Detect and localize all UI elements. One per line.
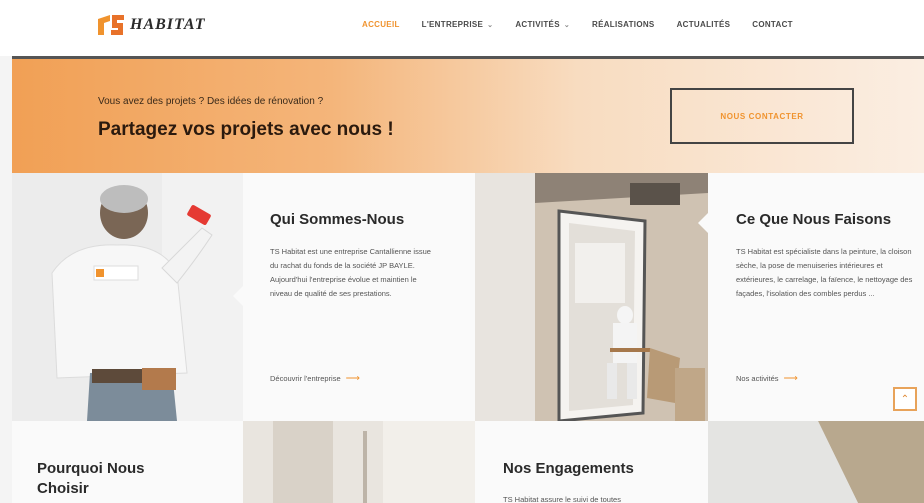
painter-illustration (12, 173, 243, 421)
chevron-up-icon: ⌃ (900, 393, 910, 405)
ceiling-illustration (708, 421, 924, 503)
pointer-notch (233, 286, 243, 306)
card-body: TS Habitat est une entreprise Cantallien… (270, 247, 431, 298)
nav-label: RÉALISATIONS (592, 20, 655, 29)
nav-item-activites[interactable]: ACTIVITÉS ⌄ (515, 20, 570, 29)
card-pourquoi-nous-choisir: Pourquoi Nous Choisir (12, 421, 243, 503)
room-illustration (243, 421, 475, 503)
nav-item-contact[interactable]: CONTACT (752, 20, 793, 29)
link-label: Nos activités (736, 374, 779, 383)
card-body: TS Habitat est spécialiste dans la peint… (736, 247, 913, 298)
card-title: Qui Sommes-Nous (270, 211, 405, 228)
painter-photo (12, 173, 243, 421)
link-label: Découvrir l'entreprise (270, 374, 341, 383)
activities-link[interactable]: Nos activités ⟶ (736, 373, 798, 384)
card-title: Ce Que Nous Faisons (736, 211, 892, 228)
card-title: Nos Engagements (503, 460, 634, 477)
nav-label: ACTIVITÉS (515, 20, 560, 29)
site-header: HABITAT ACCUEIL L'ENTREPRISE ⌄ ACTIVITÉS… (0, 0, 924, 56)
chevron-down-icon: ⌄ (563, 21, 570, 29)
logo-text: HABITAT (130, 16, 206, 33)
card-qui-sommes-nous: Qui Sommes-Nous TS Habitat est une entre… (243, 173, 475, 421)
card-body: TS Habitat assure le suivi de toutes (503, 495, 621, 503)
main-nav: ACCUEIL L'ENTREPRISE ⌄ ACTIVITÉS ⌄ RÉALI… (362, 20, 815, 29)
card-ce-que-nous-faisons: Ce Que Nous Faisons TS Habitat est spéci… (708, 173, 924, 421)
nav-label: ACTUALITÉS (676, 20, 731, 29)
pointer-notch (698, 213, 708, 233)
banner-subtitle: Vous avez des projets ? Des idées de rén… (98, 96, 324, 107)
nav-label: L'ENTREPRISE (421, 20, 484, 29)
arrow-right-icon: ⟶ (783, 373, 798, 384)
cta-banner: Vous avez des projets ? Des idées de rén… (12, 59, 924, 173)
interior-illustration (475, 173, 708, 421)
nav-item-actualites[interactable]: ACTUALITÉS (677, 20, 731, 29)
contact-button[interactable]: NOUS CONTACTER (670, 88, 854, 144)
nav-label: ACCUEIL (362, 20, 400, 29)
chevron-down-icon: ⌄ (487, 21, 494, 29)
nav-item-realisations[interactable]: RÉALISATIONS (592, 20, 655, 29)
arrow-right-icon: ⟶ (345, 373, 360, 384)
interior-photo (475, 173, 708, 421)
nav-item-accueil[interactable]: ACCUEIL (362, 20, 400, 29)
scroll-to-top-button[interactable]: ⌃ (893, 387, 917, 411)
discover-company-link[interactable]: Découvrir l'entreprise ⟶ (270, 373, 360, 384)
card-title: Pourquoi Nous Choisir (37, 460, 145, 497)
nav-label: CONTACT (752, 20, 793, 29)
room-photo (243, 421, 475, 503)
ceiling-photo (708, 421, 924, 503)
logo[interactable]: HABITAT (96, 10, 228, 40)
card-nos-engagements: Nos Engagements TS Habitat assure le sui… (475, 421, 708, 503)
logo-mark-icon (98, 15, 124, 35)
banner-title: Partagez vos projets avec nous ! (98, 119, 394, 140)
nav-item-entreprise[interactable]: L'ENTREPRISE ⌄ (422, 20, 494, 29)
